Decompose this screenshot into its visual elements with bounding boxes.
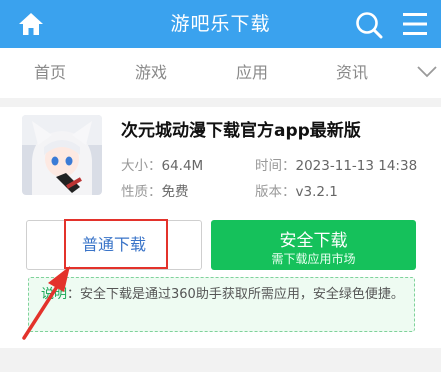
- top-bar: 游吧乐下载: [0, 0, 441, 48]
- app-title: 次元城动漫下载官方app最新版: [121, 121, 361, 141]
- app-icon: [22, 115, 102, 195]
- time-label: 时间：: [255, 158, 296, 174]
- download-notice: 说明：安全下载是通过360助手获取所需应用，安全绿色便捷。: [28, 277, 415, 332]
- safe-download-label: 安全下载: [279, 231, 348, 251]
- category-nav: 首页 游戏 应用 资讯: [0, 48, 441, 98]
- tab-home[interactable]: 首页: [34, 48, 66, 98]
- version-value: v3.2.1: [295, 184, 338, 200]
- chevron-down-icon[interactable]: [416, 64, 438, 80]
- nature-label: 性质：: [121, 184, 162, 200]
- app-size: 大小：64.4M: [121, 154, 203, 174]
- app-time: 时间：2023-11-13 14:38: [255, 154, 417, 174]
- notice-text: 说明：安全下载是通过360助手获取所需应用，安全绿色便捷。: [41, 284, 411, 306]
- time-value: 2023-11-13 14:38: [295, 158, 418, 174]
- search-icon[interactable]: [354, 10, 384, 40]
- notice-body: ：安全下载是通过360助手获取所需应用，安全绿色便捷。: [67, 287, 404, 302]
- app-nature: 性质：免费: [121, 180, 189, 200]
- tab-news[interactable]: 资讯: [336, 48, 368, 98]
- safe-download-sublabel: 需下载应用市场: [271, 252, 356, 266]
- tab-apps[interactable]: 应用: [236, 48, 268, 98]
- safe-download-button[interactable]: 安全下载 需下载应用市场: [211, 220, 416, 270]
- nature-value: 免费: [161, 184, 189, 200]
- version-label: 版本：: [255, 184, 296, 200]
- size-value: 64.4M: [161, 158, 204, 174]
- size-label: 大小：: [121, 158, 162, 174]
- highlight-box: [64, 219, 168, 269]
- section-divider: [0, 98, 441, 107]
- tab-games[interactable]: 游戏: [135, 48, 167, 98]
- app-version: 版本：v3.2.1: [255, 180, 338, 200]
- menu-icon[interactable]: [402, 11, 428, 37]
- bottom-divider: [0, 348, 441, 372]
- notice-key: 说明: [41, 287, 68, 302]
